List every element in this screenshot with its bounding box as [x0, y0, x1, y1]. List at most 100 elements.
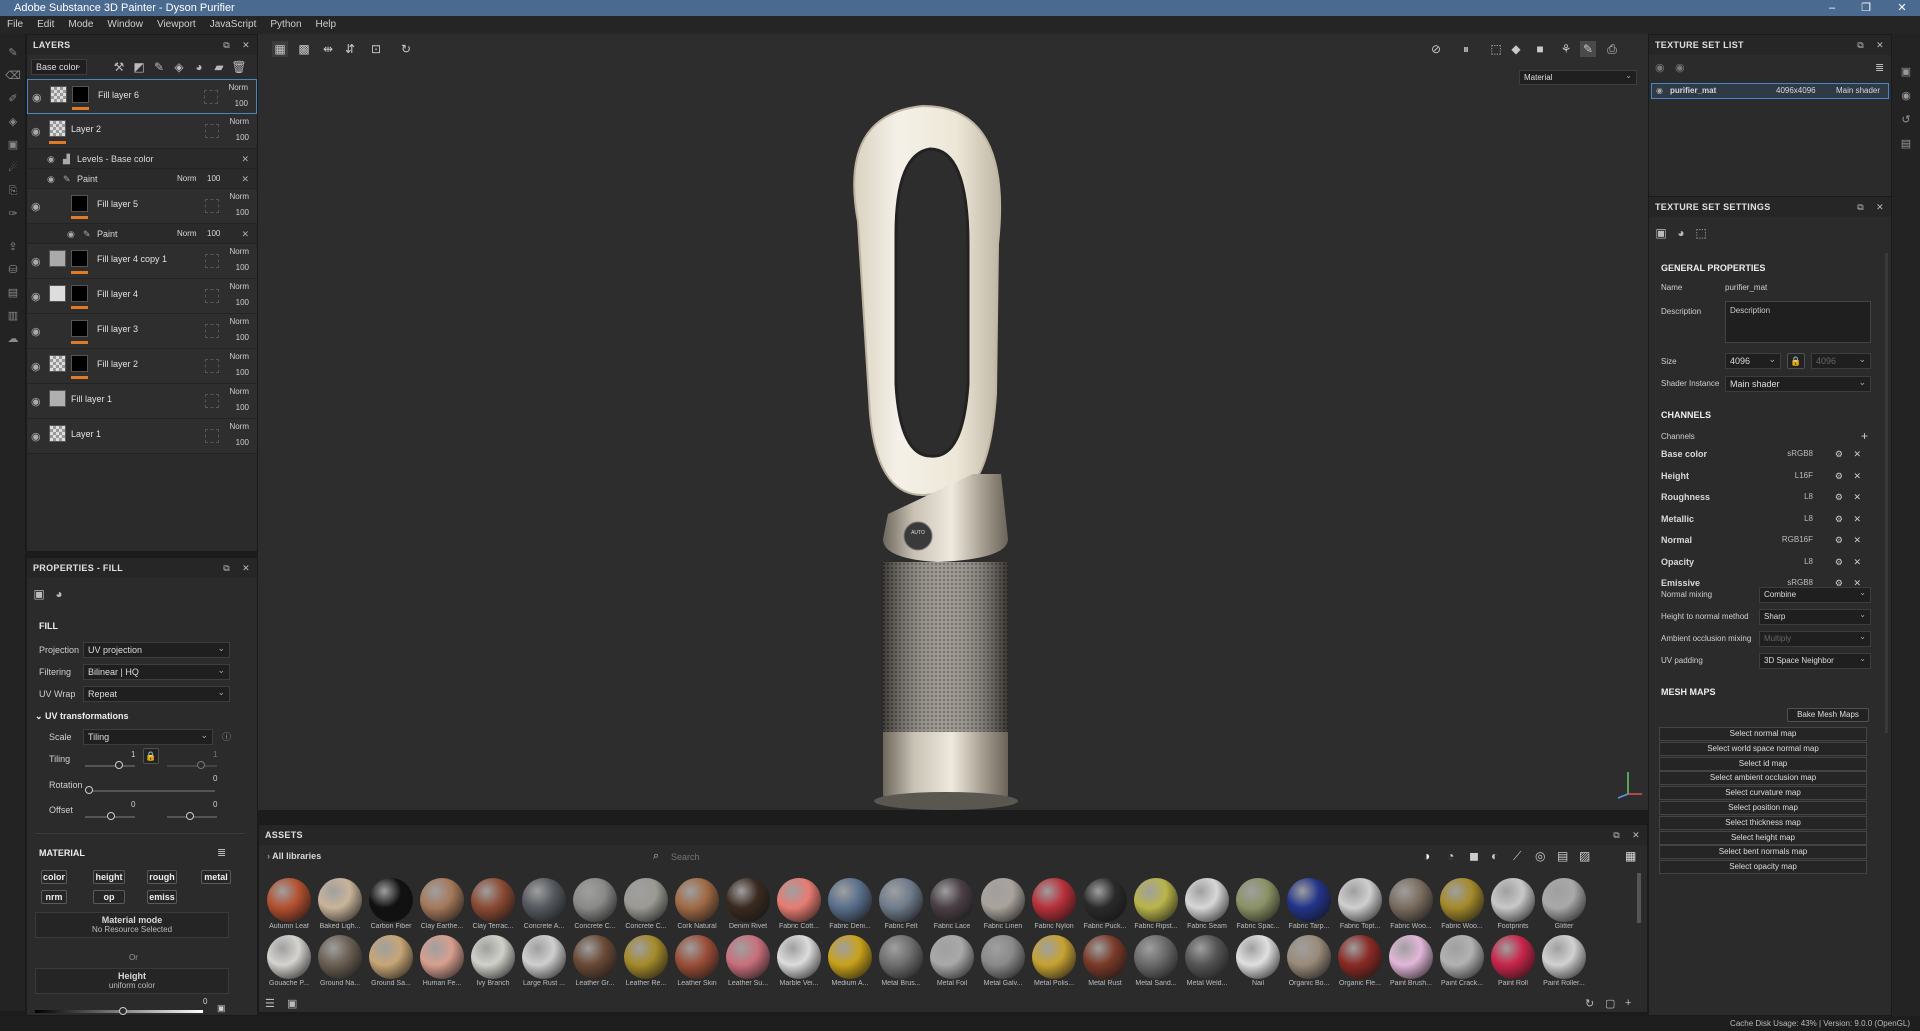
eye-icon[interactable]: ◉ — [31, 290, 45, 303]
channel-settings-icon[interactable]: ⚙ — [1835, 487, 1843, 507]
asset-thumbnail[interactable] — [879, 878, 923, 922]
menu-mode[interactable]: Mode — [61, 16, 100, 34]
channel-format[interactable]: L8 — [1804, 552, 1813, 572]
asset-thumbnail[interactable] — [522, 935, 566, 979]
grid-view-icon[interactable]: ▦ — [272, 41, 288, 57]
blend-mode-select[interactable]: Norm — [229, 387, 249, 396]
asset-thumbnail[interactable] — [318, 878, 362, 922]
shader-select[interactable]: Main shader — [1725, 375, 1871, 392]
mesh-map-slot[interactable]: Select ambient occlusion map — [1659, 771, 1867, 786]
add-folder-icon[interactable]: ▰ — [211, 59, 227, 75]
channel-toggle-color[interactable]: color — [41, 870, 67, 884]
eraser-icon[interactable]: ⌫ — [0, 65, 26, 88]
size-select[interactable]: 4096 — [1725, 352, 1781, 369]
asset-thumbnail[interactable] — [726, 935, 770, 979]
channel-toggle-metal[interactable]: metal — [201, 870, 231, 884]
asset-thumbnail[interactable] — [1032, 935, 1076, 979]
asset-thumbnail[interactable] — [1389, 878, 1433, 922]
remove-channel-icon[interactable]: ✕ — [1853, 530, 1861, 550]
texture-set-list-icon[interactable]: ▣ — [1892, 60, 1920, 84]
remove-channel-icon[interactable]: ✕ — [1853, 444, 1861, 464]
mesh-map-slot[interactable]: Select height map — [1659, 830, 1867, 845]
channel-row[interactable]: Height L16F ⚙ ✕ — [1649, 466, 1867, 486]
asset-thumbnail[interactable] — [1389, 935, 1433, 979]
paint-mode-icon[interactable]: ✎ — [1580, 41, 1596, 57]
effect-row-paint[interactable]: ◉ ✎ Paint Norm 100 ✕ — [27, 169, 257, 189]
display-settings-icon[interactable]: ◉ — [1892, 84, 1920, 108]
delete-layer-icon[interactable]: 🗑 — [231, 59, 247, 75]
material-tab-icon[interactable]: ◕ — [1673, 225, 1689, 241]
blend-mode-select[interactable]: Norm — [228, 83, 248, 92]
remove-channel-icon[interactable]: ✕ — [1853, 509, 1861, 529]
mesh-map-slot[interactable]: Select bent normals map — [1659, 845, 1867, 860]
log-icon[interactable]: ▤ — [1892, 132, 1920, 156]
asset-thumbnail[interactable] — [1185, 878, 1229, 922]
eye-icon[interactable]: ◉ — [67, 224, 75, 244]
close-panel-icon[interactable]: ✕ — [1876, 35, 1884, 55]
blend-mode-select[interactable]: Norm — [229, 317, 249, 326]
opacity-value[interactable]: 100 — [236, 368, 249, 377]
asset-thumbnail[interactable] — [267, 878, 311, 922]
asset-thumbnail[interactable] — [1491, 878, 1535, 922]
fill-settings-tab-icon[interactable]: ▣ — [31, 586, 47, 602]
channel-row[interactable]: Base color sRGB8 ⚙ ✕ — [1649, 444, 1867, 464]
eye-icon[interactable]: ◉ — [47, 149, 55, 169]
menu-file[interactable]: File — [0, 16, 30, 34]
offset-v-knob[interactable] — [186, 812, 194, 820]
opacity-value[interactable]: 100 — [236, 298, 249, 307]
channel-settings-icon[interactable]: ⚙ — [1835, 552, 1843, 572]
remove-effect-icon[interactable]: ✕ — [241, 224, 249, 244]
opacity-value[interactable]: 100 — [236, 263, 249, 272]
new-folder-icon[interactable]: ▢ — [1605, 997, 1615, 1010]
menu-edit[interactable]: Edit — [30, 16, 61, 34]
height-slider-knob[interactable] — [119, 1007, 127, 1015]
add-mask-icon[interactable]: ◩ — [131, 59, 147, 75]
asset-thumbnail[interactable] — [1083, 935, 1127, 979]
channel-toggle-height[interactable]: height — [93, 870, 125, 884]
asset-thumbnail[interactable] — [1134, 878, 1178, 922]
menu-help[interactable]: Help — [309, 16, 344, 34]
blend-mode-select[interactable]: Norm — [177, 169, 197, 189]
lock-icon[interactable]: 🔒 — [143, 748, 159, 764]
asset-thumbnail[interactable] — [1287, 935, 1331, 979]
asset-thumbnail[interactable] — [318, 935, 362, 979]
blend-mode-select[interactable]: Norm — [229, 247, 249, 256]
material-mode-slot[interactable]: Material mode No Resource Selected — [35, 912, 229, 938]
mesh-map-slot[interactable]: Select opacity map — [1659, 860, 1867, 875]
eye-icon[interactable]: ◉ — [31, 430, 45, 443]
channel-row[interactable]: Metallic L8 ⚙ ✕ — [1649, 509, 1867, 529]
blend-mode-select[interactable]: Norm — [229, 422, 249, 431]
material-options-icon[interactable]: ≣ — [217, 846, 226, 859]
normal-mixing-select[interactable]: Combine — [1759, 586, 1871, 603]
close-panel-icon[interactable]: ✕ — [1632, 825, 1640, 845]
layer-row[interactable]: ◉ Fill layer 4 Norm 100 — [27, 279, 257, 314]
uv-padding-select[interactable]: 3D Space Neighbor — [1759, 652, 1871, 669]
clone-icon[interactable]: ⎘ — [0, 180, 26, 203]
tss-scrollbar[interactable] — [1885, 253, 1888, 733]
asset-thumbnail[interactable] — [1185, 935, 1229, 979]
channel-row[interactable]: Roughness L8 ⚙ ✕ — [1649, 487, 1867, 507]
eye-icon[interactable]: ◉ — [1656, 84, 1663, 98]
tiling-slider-knob[interactable] — [115, 761, 123, 769]
asset-thumbnail[interactable] — [828, 878, 872, 922]
layer-row[interactable]: ◉ Fill layer 1 Norm 100 — [27, 384, 257, 419]
tiling-slider-v-knob[interactable] — [197, 761, 205, 769]
texture-icon[interactable]: ▥ — [0, 305, 26, 328]
viewport-3d[interactable]: ▦ ▩ ⇹ ⇵ ⊡ ↻ ⊘ ⏸ ⬚ ◆ ■ ⚘ ✎ ⎙ Material ⌄ A… — [258, 34, 1648, 810]
projection-select[interactable]: UV projection — [83, 641, 230, 658]
add-channel-icon[interactable]: + — [1861, 429, 1868, 443]
channel-format[interactable]: L8 — [1804, 487, 1813, 507]
asset-thumbnail[interactable] — [828, 935, 872, 979]
add-paint-layer-icon[interactable]: ✎ — [151, 59, 167, 75]
geometry-mask-icon[interactable]: ◈ — [0, 111, 26, 134]
layer-row[interactable]: ◉ Fill layer 4 copy 1 Norm 100 — [27, 244, 257, 279]
list-settings-icon[interactable]: ☰ — [265, 997, 275, 1010]
smudge-icon[interactable]: ☄ — [0, 157, 26, 180]
material-tab-icon[interactable]: ◕ — [51, 586, 67, 602]
undock-icon[interactable]: ⧉ — [1857, 35, 1864, 55]
channel-format[interactable]: L16F — [1795, 466, 1813, 486]
asset-thumbnail[interactable] — [573, 935, 617, 979]
grid-layout-icon[interactable]: ▦ — [1625, 849, 1636, 863]
view-3d-icon[interactable]: ◆ — [1508, 41, 1524, 57]
effect-row-levels[interactable]: ◉ ▟ Levels - Base color ✕ — [27, 149, 257, 169]
